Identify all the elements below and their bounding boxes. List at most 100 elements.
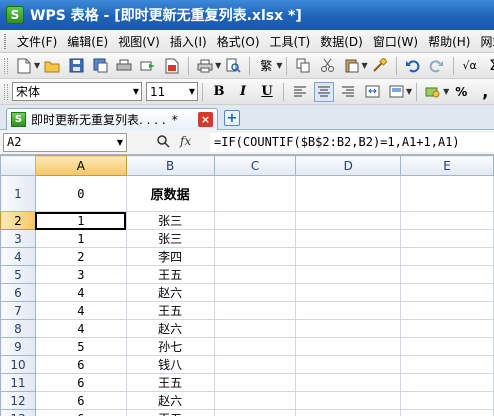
cell[interactable]: 1 [34, 229, 127, 248]
print-dropdown-icon[interactable]: ▼ [215, 61, 221, 70]
cell[interactable] [295, 355, 402, 374]
row-header[interactable]: 2 [0, 211, 36, 230]
column-header-d[interactable]: D [295, 155, 402, 176]
currency-dropdown-icon[interactable]: ▼ [443, 87, 449, 96]
paste-dropdown-icon[interactable]: ▼ [361, 61, 367, 70]
cell[interactable] [213, 229, 297, 248]
column-header-a[interactable]: A [34, 155, 127, 176]
cell[interactable]: 赵六 [125, 319, 215, 338]
row-header[interactable]: 12 [0, 391, 36, 410]
cell[interactable] [295, 283, 402, 302]
copy-icon[interactable] [293, 56, 313, 76]
cell[interactable] [400, 409, 494, 416]
cell[interactable]: 王五 [125, 373, 215, 392]
cell[interactable] [295, 247, 402, 266]
cell[interactable] [213, 211, 297, 230]
cell[interactable]: 王五 [125, 265, 215, 284]
merge-center-icon[interactable] [362, 82, 382, 102]
align-right-icon[interactable] [338, 82, 358, 102]
cell[interactable]: 0 [34, 175, 127, 212]
close-tab-button[interactable]: × [198, 112, 213, 127]
underline-button[interactable]: U [257, 82, 277, 102]
cell[interactable] [213, 355, 297, 374]
cell[interactable]: 4 [34, 319, 127, 338]
cell[interactable] [295, 175, 402, 212]
new-tab-button[interactable]: + [224, 110, 240, 126]
cell[interactable] [213, 283, 297, 302]
cell[interactable] [295, 373, 402, 392]
cell[interactable] [295, 265, 402, 284]
row-header[interactable]: 5 [0, 265, 36, 284]
cell[interactable]: 2 [34, 247, 127, 266]
cell[interactable]: 原数据 [125, 175, 215, 212]
menu-help[interactable]: 帮助(H) [423, 33, 475, 50]
borders-dropdown-icon[interactable]: ▼ [406, 87, 412, 96]
italic-button[interactable]: I [233, 82, 253, 102]
cell[interactable] [400, 337, 494, 356]
cell[interactable] [213, 265, 297, 284]
row-header[interactable]: 13 [0, 409, 36, 416]
borders-icon[interactable] [386, 82, 406, 102]
cell[interactable] [400, 175, 494, 212]
row-header[interactable]: 6 [0, 283, 36, 302]
cell[interactable] [213, 373, 297, 392]
cell[interactable] [213, 247, 297, 266]
menu-file[interactable]: 文件(F) [12, 33, 62, 50]
cell[interactable]: 张三 [125, 229, 215, 248]
align-left-icon[interactable] [290, 82, 310, 102]
new-document-icon[interactable] [14, 56, 34, 76]
row-header[interactable]: 10 [0, 355, 36, 374]
cell[interactable]: 孙七 [125, 337, 215, 356]
redo-icon[interactable] [427, 56, 447, 76]
cell[interactable]: 钱八 [125, 355, 215, 374]
traditional-chinese-icon[interactable]: 繁 [256, 56, 276, 76]
cell[interactable]: 李四 [125, 247, 215, 266]
cell[interactable]: 王五 [125, 409, 215, 416]
menu-insert[interactable]: 插入(I) [165, 33, 212, 50]
select-all-corner[interactable] [0, 155, 36, 176]
row-header[interactable]: 11 [0, 373, 36, 392]
print-setup-icon[interactable] [114, 56, 134, 76]
cell[interactable] [213, 391, 297, 410]
cell[interactable]: 张三 [125, 211, 215, 230]
cell[interactable]: 6 [34, 355, 127, 374]
font-size-select[interactable]: 11 ▼ [146, 82, 198, 101]
cell[interactable]: 5 [34, 337, 127, 356]
cell[interactable]: 3 [34, 265, 127, 284]
cell[interactable] [295, 301, 402, 320]
cell[interactable] [213, 175, 297, 212]
cell[interactable] [295, 211, 402, 230]
row-header[interactable]: 4 [0, 247, 36, 266]
convert-dropdown-icon[interactable]: ▼ [276, 61, 282, 70]
zoom-search-icon[interactable] [156, 134, 170, 151]
cell[interactable] [400, 391, 494, 410]
cell[interactable] [400, 283, 494, 302]
cell[interactable]: 赵六 [125, 283, 215, 302]
cell[interactable]: 6 [34, 373, 127, 392]
active-cell[interactable]: 1 [34, 211, 127, 230]
export-pdf-icon[interactable] [162, 56, 182, 76]
cell[interactable] [213, 409, 297, 416]
cell[interactable]: 4 [34, 301, 127, 320]
menu-grip[interactable] [4, 33, 6, 49]
format-painter-icon[interactable] [370, 56, 390, 76]
comma-style-button[interactable]: , [475, 82, 494, 102]
cell[interactable] [213, 319, 297, 338]
menu-tools[interactable]: 工具(T) [265, 33, 316, 50]
currency-format-icon[interactable] [423, 82, 443, 102]
cell[interactable]: 王五 [125, 301, 215, 320]
menu-format[interactable]: 格式(O) [212, 33, 265, 50]
cell[interactable] [400, 229, 494, 248]
cell[interactable] [400, 319, 494, 338]
cell[interactable] [400, 265, 494, 284]
cell[interactable] [400, 247, 494, 266]
cell[interactable] [400, 301, 494, 320]
formula-input[interactable]: =IF(COUNTIF($B$2:B2,B2)=1,A1+1,A1) [210, 133, 494, 152]
name-box[interactable]: A2 ▼ [3, 133, 127, 152]
toolbar-grip[interactable] [4, 83, 8, 100]
cell[interactable] [295, 337, 402, 356]
fx-icon[interactable]: fx [180, 134, 191, 148]
menu-window[interactable]: 窗口(W) [368, 33, 423, 50]
paste-icon[interactable] [341, 56, 361, 76]
column-header-e[interactable]: E [400, 155, 494, 176]
